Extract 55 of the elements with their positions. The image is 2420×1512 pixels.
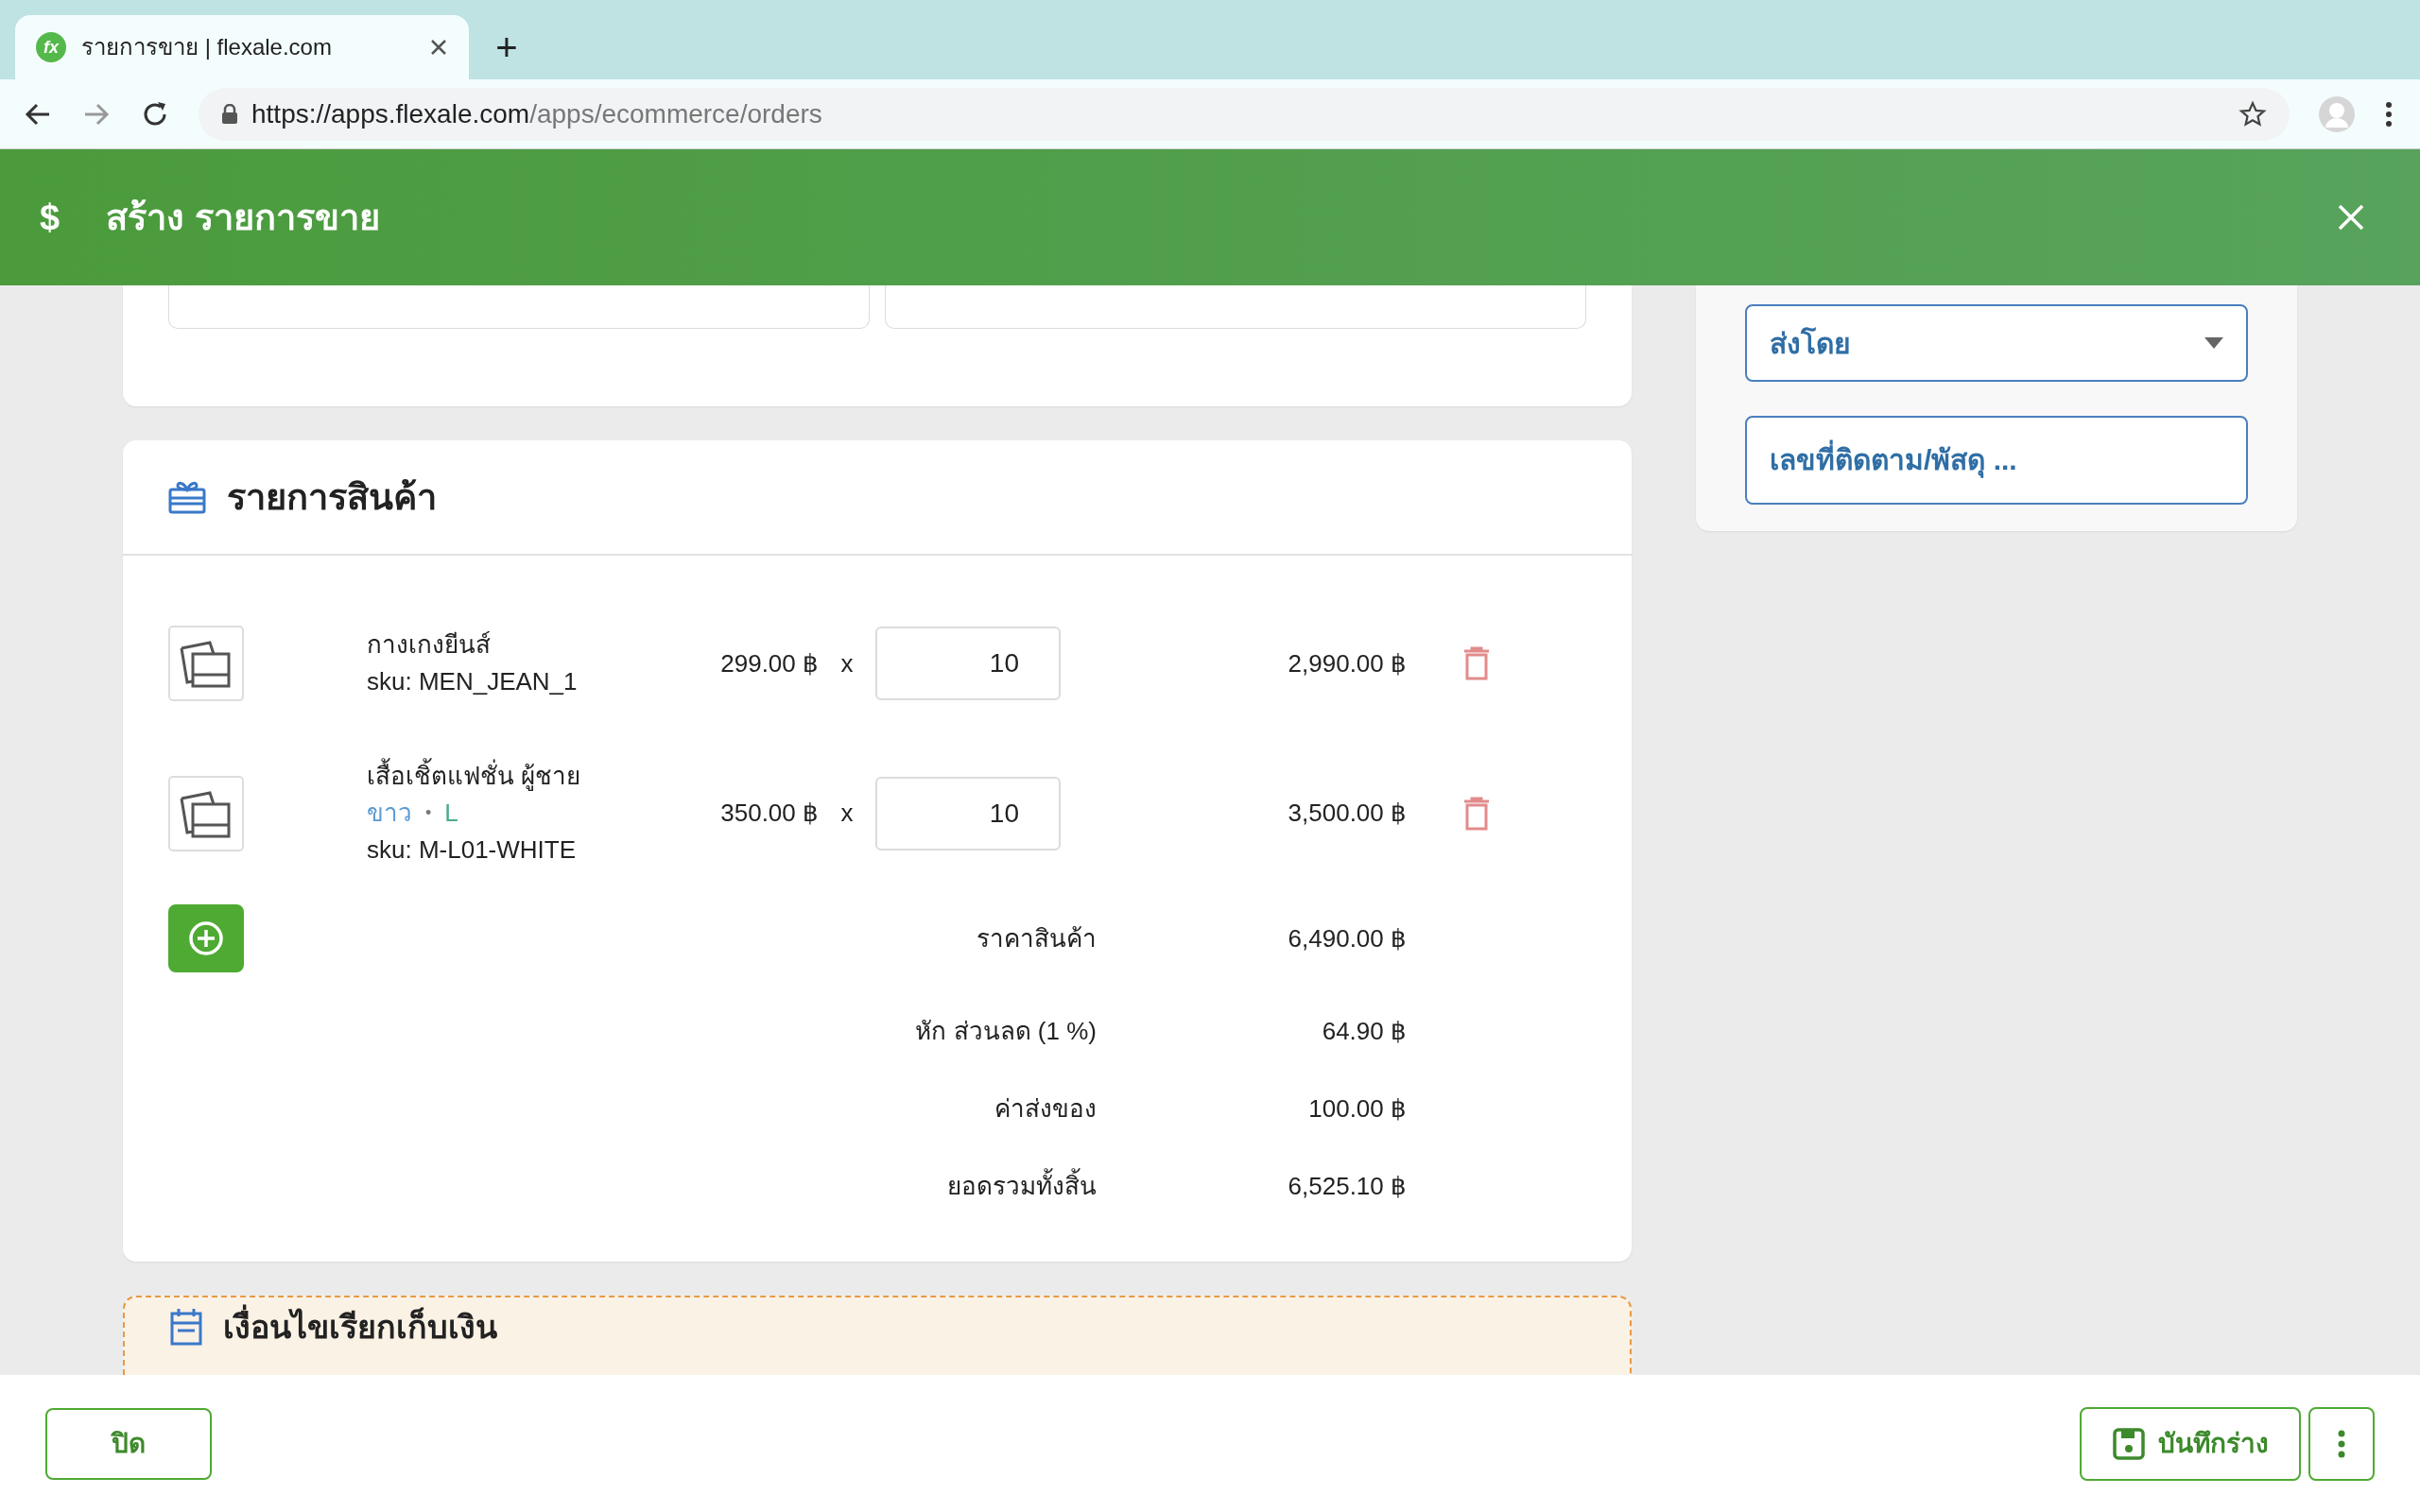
quantity-field[interactable]: 10 [875,627,1061,700]
unit-price: 350.00 ฿ [719,798,819,829]
save-draft-button[interactable]: บันทึกร่าง [2080,1406,2301,1481]
trash-icon[interactable] [1463,796,1490,831]
summary-value: 6,525.10 ฿ [1287,1170,1407,1202]
close-button[interactable]: ปิด [45,1407,212,1480]
dropdown-caret-icon [2204,337,2223,349]
summary-label: ค่าส่งของ [994,1092,1097,1125]
summary-label: หัก ส่วนลด (1 %) [914,1015,1097,1047]
page-title: สร้าง รายการขาย [106,196,381,239]
close-icon[interactable] [429,38,448,57]
unit-price: 299.00 ฿ [719,647,819,679]
browser-tab[interactable]: fx รายการขาย | flexale.com [15,15,469,79]
line-total: 2,990.00 ฿ [1287,647,1407,679]
product-image-icon [168,775,244,851]
calendar-icon [170,1308,202,1346]
save-icon [2112,1427,2145,1460]
times-sign: x [839,798,855,829]
product-image-icon [168,626,244,701]
dollar-icon: $ [40,190,106,245]
address-bar[interactable]: https://apps.flexale.com/apps/ecommerce/orders [199,87,2290,141]
tab-title: รายการขาย | flexale.com [81,33,333,61]
separator-dot: • [425,802,432,824]
section-title: เงื่อนไขเรียกเก็บเงิน [223,1305,497,1349]
summary-value: 6,490.00 ฿ [1287,922,1407,954]
menu-icon[interactable] [2384,99,2394,129]
carrier-select[interactable]: ส่งโดย [1745,304,2248,382]
plus-icon [187,919,225,957]
trash-icon[interactable] [1463,646,1490,680]
input-field[interactable] [168,285,870,329]
favicon-icon: fx [36,32,66,62]
product-name: กางเกงยีนส์ [367,629,492,661]
summary-value: 100.00 ฿ [1307,1092,1407,1125]
more-options-button[interactable] [2308,1406,2375,1481]
summary-value: 64.90 ฿ [1321,1015,1407,1047]
star-icon[interactable] [2238,99,2267,129]
url-text: https://apps.flexale.com/apps/ecommerce/orders [251,97,823,130]
section-title: รายการสินค้า [227,475,437,519]
gift-card-icon [168,480,206,514]
product-name: เสื้อเชิ้ตแฟชั่น ผู้ชาย [367,758,630,795]
summary-label: ราคาสินค้า [976,922,1097,954]
more-icon [2338,1429,2345,1458]
summary-label: ยอดรวมทั้งสิ้น [244,1167,1097,1205]
line-total: 3,500.00 ฿ [1287,798,1407,829]
quantity-field[interactable]: 10 [875,776,1061,850]
add-item-button[interactable] [168,904,244,972]
sku-text: sku: MEN_JEAN_1 [367,666,579,697]
sku-text: sku: M-L01-WHITE [367,834,578,866]
tracking-number-field[interactable]: เลขที่ติดตาม/พัสดุ ... [1745,416,2248,505]
lock-icon [221,103,238,125]
variant-label: L [444,798,458,829]
input-field[interactable] [885,285,1586,329]
new-tab-button[interactable]: + [478,15,535,79]
variant-label: ขาว [367,798,412,829]
times-sign: x [839,647,855,679]
